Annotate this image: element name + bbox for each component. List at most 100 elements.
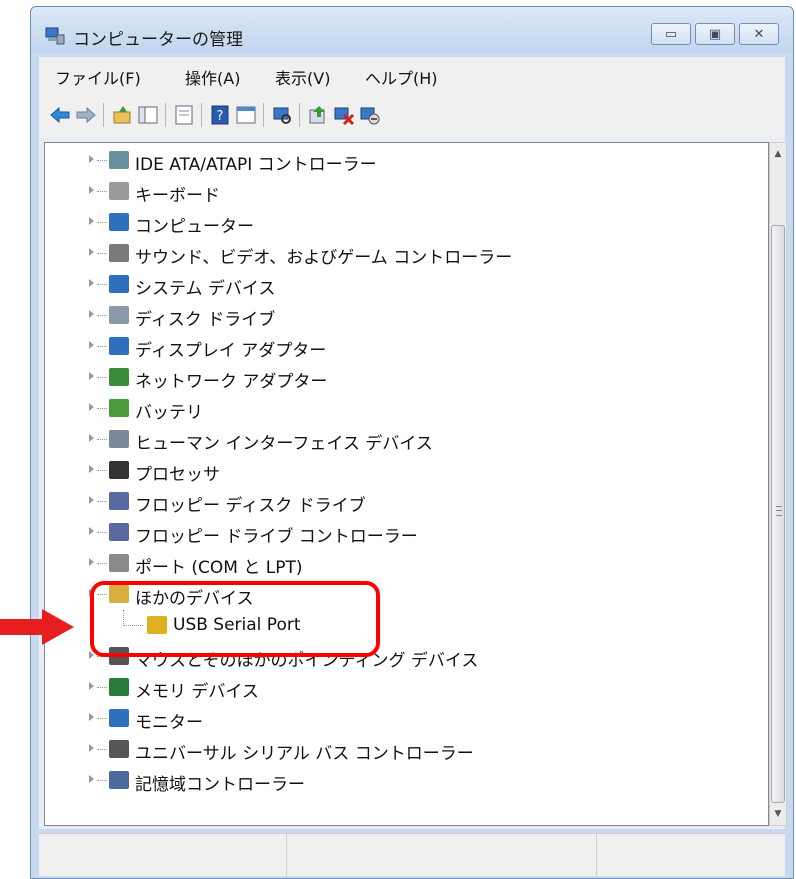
status-bar: [39, 833, 785, 876]
close-icon: ✕: [753, 26, 765, 42]
expand-arrow-icon[interactable]: [89, 217, 94, 225]
tree-category-item[interactable]: ディスプレイ アダプター: [45, 331, 745, 362]
expand-arrow-icon[interactable]: [89, 527, 94, 535]
scroll-down-icon[interactable]: ▼: [770, 805, 786, 823]
tree-category-item[interactable]: サウンド、ビデオ、およびゲーム コントローラー: [45, 238, 745, 269]
tree-category-item[interactable]: ポート (COM と LPT): [45, 548, 745, 579]
computer-icon: [109, 213, 129, 231]
tree-item-label: プロセッサ: [135, 465, 220, 485]
monitor-icon: [109, 709, 129, 727]
tree-item-label: ディスク ドライブ: [135, 310, 276, 330]
device-manager-pane: IDE ATA/ATAPI コントローラー キーボードコンピューター サウンド、ビデ…: [39, 137, 787, 829]
uninstall-icon[interactable]: [333, 104, 355, 126]
expand-arrow-icon[interactable]: [89, 558, 94, 566]
port-icon: [109, 554, 129, 572]
expand-arrow-icon[interactable]: [89, 248, 94, 256]
status-pane-1: [39, 834, 287, 876]
menu-action[interactable]: 操作(A): [185, 65, 240, 89]
expand-arrow-icon[interactable]: [89, 403, 94, 411]
scrollbar-thumb[interactable]: [771, 225, 785, 803]
tree-category-item[interactable]: バッテリ: [45, 393, 745, 424]
tree-category-item[interactable]: プロセッサ: [45, 455, 745, 486]
expand-arrow-icon[interactable]: [89, 775, 94, 783]
properties-icon[interactable]: [173, 104, 195, 126]
tree-category-item[interactable]: キーボード: [45, 176, 745, 207]
tree-category-item[interactable]: フロッピー ディスク ドライブ: [45, 486, 745, 517]
menu-help[interactable]: ヘルプ(H): [365, 65, 438, 89]
network-adapter-icon: [109, 368, 129, 386]
device-tree[interactable]: IDE ATA/ATAPI コントローラー キーボードコンピューター サウンド、ビデ…: [44, 142, 769, 826]
status-pane-2: [287, 834, 597, 876]
expand-arrow-icon[interactable]: [89, 713, 94, 721]
tree-connector: [97, 687, 107, 688]
tree-category-item[interactable]: メモリ デバイス: [45, 672, 745, 703]
vertical-scrollbar[interactable]: ▲ ▼: [769, 142, 787, 826]
expand-arrow-icon[interactable]: [89, 279, 94, 287]
expand-arrow-icon[interactable]: [89, 682, 94, 690]
tree-item-label: ネットワーク アダプター: [135, 372, 328, 392]
tree-category-item[interactable]: ヒューマン インターフェイス デバイス: [45, 424, 745, 455]
toolbar: ?: [39, 93, 785, 138]
tree-category-item[interactable]: ディスク ドライブ: [45, 300, 745, 331]
expand-arrow-icon[interactable]: [89, 744, 94, 752]
highlight-box-annotation: [90, 581, 380, 657]
update-driver-icon[interactable]: [307, 104, 329, 126]
expand-arrow-icon[interactable]: [89, 465, 94, 473]
expand-arrow-icon[interactable]: [89, 186, 94, 194]
expand-arrow-icon[interactable]: [89, 155, 94, 163]
tree-item-label: モニター: [135, 713, 203, 733]
minimize-button[interactable]: ▭: [651, 23, 691, 45]
forward-arrow-icon[interactable]: [75, 104, 97, 126]
expand-arrow-icon[interactable]: [89, 372, 94, 380]
expand-arrow-icon[interactable]: [89, 341, 94, 349]
tree-connector: [97, 532, 107, 533]
tree-connector: [97, 780, 107, 781]
system-device-icon: [109, 275, 129, 293]
expand-arrow-icon[interactable]: [89, 310, 94, 318]
hid-icon: [109, 430, 129, 448]
storage-controller-icon: [109, 771, 129, 789]
tree-item-label: コンピューター: [135, 217, 254, 237]
tree-category-item[interactable]: モニター: [45, 703, 745, 734]
computer-management-window: コンピューターの管理 ▭ ▣ ✕ ファイル(F) 操作(A) 表示(V) ヘルプ…: [30, 6, 794, 879]
tree-connector: [97, 749, 107, 750]
close-button[interactable]: ✕: [739, 23, 779, 45]
menu-view[interactable]: 表示(V): [275, 65, 330, 89]
scan-hardware-icon[interactable]: [271, 104, 293, 126]
ide-controller-icon: [109, 151, 129, 169]
console-tree-icon[interactable]: [137, 104, 159, 126]
help-icon[interactable]: ?: [209, 104, 231, 126]
tree-connector: [97, 160, 107, 161]
scroll-up-icon[interactable]: ▲: [770, 145, 786, 163]
processor-icon: [109, 461, 129, 479]
expand-arrow-icon[interactable]: [89, 496, 94, 504]
tree-category-item[interactable]: システム デバイス: [45, 269, 745, 300]
minimize-icon: ▭: [664, 26, 678, 42]
floppy-controller-icon: [109, 523, 129, 541]
tree-category-item[interactable]: 記憶域コントローラー: [45, 765, 745, 796]
floppy-drive-icon: [109, 492, 129, 510]
tree-category-item[interactable]: ネットワーク アダプター: [45, 362, 745, 393]
disable-device-icon[interactable]: [359, 104, 381, 126]
tree-connector: [97, 191, 107, 192]
tree-connector: [97, 408, 107, 409]
back-arrow-icon[interactable]: [49, 104, 71, 126]
speaker-icon: [109, 244, 129, 262]
up-folder-icon[interactable]: [111, 104, 133, 126]
window-title: コンピューターの管理: [73, 30, 243, 50]
maximize-button[interactable]: ▣: [695, 23, 735, 45]
menu-bar: ファイル(F) 操作(A) 表示(V) ヘルプ(H): [39, 57, 785, 93]
view-icon[interactable]: [235, 104, 257, 126]
tree-category-item[interactable]: IDE ATA/ATAPI コントローラー: [45, 145, 745, 176]
menu-file[interactable]: ファイル(F): [55, 65, 141, 89]
battery-icon: [109, 399, 129, 417]
tree-item-label: ポート (COM と LPT): [135, 558, 303, 578]
computer-management-icon: [45, 27, 65, 45]
usb-icon: [109, 740, 129, 758]
tree-category-item[interactable]: ユニバーサル シリアル バス コントローラー: [45, 734, 745, 765]
expand-arrow-icon[interactable]: [89, 434, 94, 442]
tree-category-item[interactable]: コンピューター: [45, 207, 745, 238]
tree-category-item[interactable]: フロッピー ドライブ コントローラー: [45, 517, 745, 548]
tree-connector: [97, 377, 107, 378]
tree-item-label: ユニバーサル シリアル バス コントローラー: [135, 744, 474, 764]
